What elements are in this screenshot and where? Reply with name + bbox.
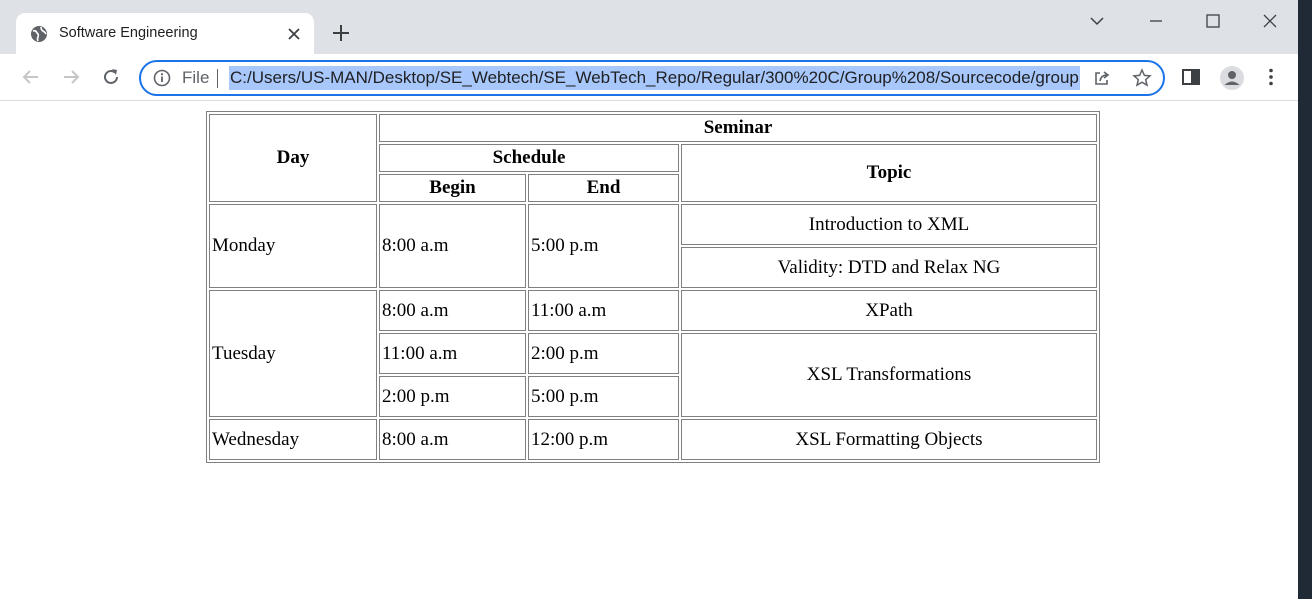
- header-end: End: [528, 174, 679, 202]
- tab-title: Software Engineering: [59, 25, 198, 41]
- topic-cell: Validity: DTD and Relax NG: [681, 247, 1097, 288]
- profile-avatar-icon[interactable]: [1219, 65, 1245, 91]
- scheme-separator: [217, 69, 218, 88]
- begin-cell: 8:00 a.m: [379, 204, 526, 288]
- info-icon[interactable]: [153, 69, 171, 87]
- header-day: Day: [209, 114, 377, 202]
- maximize-icon[interactable]: [1203, 11, 1223, 31]
- topic-cell: XSL Transformations: [681, 333, 1097, 417]
- menu-kebab-icon[interactable]: [1260, 66, 1282, 88]
- header-seminar: Seminar: [379, 114, 1097, 142]
- new-tab-icon[interactable]: [331, 23, 351, 43]
- browser-window: Software Engineering File C:/Users/US-MA…: [0, 0, 1298, 599]
- bookmark-star-icon[interactable]: [1132, 68, 1152, 88]
- end-cell: 5:00 p.m: [528, 376, 679, 417]
- close-tab-icon[interactable]: [284, 24, 304, 44]
- close-window-icon[interactable]: [1260, 11, 1280, 31]
- end-cell: 12:00 p.m: [528, 419, 679, 460]
- desktop-background-edge: [1298, 0, 1312, 599]
- day-cell-wednesday: Wednesday: [209, 419, 377, 460]
- topic-cell: XSL Formatting Objects: [681, 419, 1097, 460]
- back-arrow-icon[interactable]: [20, 66, 42, 88]
- page-content: Day Seminar Schedule Topic Begin End Mon…: [0, 101, 1298, 599]
- day-cell-tuesday: Tuesday: [209, 290, 377, 417]
- scheme-label: File: [182, 68, 210, 87]
- begin-cell: 2:00 p.m: [379, 376, 526, 417]
- begin-cell: 8:00 a.m: [379, 419, 526, 460]
- begin-cell: 8:00 a.m: [379, 290, 526, 331]
- url-text[interactable]: C:/Users/US-MAN/Desktop/SE_Webtech/SE_We…: [229, 66, 1080, 90]
- header-begin: Begin: [379, 174, 526, 202]
- end-cell: 5:00 p.m: [528, 204, 679, 288]
- forward-arrow-icon[interactable]: [60, 66, 82, 88]
- globe-icon: [31, 26, 47, 42]
- browser-toolbar: File C:/Users/US-MAN/Desktop/SE_Webtech/…: [0, 54, 1298, 101]
- side-panel-icon[interactable]: [1180, 66, 1202, 88]
- end-cell: 11:00 a.m: [528, 290, 679, 331]
- topic-cell: XPath: [681, 290, 1097, 331]
- reload-icon[interactable]: [100, 66, 122, 88]
- header-topic: Topic: [681, 144, 1097, 202]
- topic-cell: Introduction to XML: [681, 204, 1097, 245]
- share-icon[interactable]: [1092, 68, 1112, 88]
- address-bar[interactable]: File C:/Users/US-MAN/Desktop/SE_Webtech/…: [139, 60, 1165, 96]
- tab-software-engineering[interactable]: Software Engineering: [16, 13, 314, 54]
- day-cell-monday: Monday: [209, 204, 377, 288]
- seminar-schedule-table: Day Seminar Schedule Topic Begin End Mon…: [206, 111, 1100, 463]
- begin-cell: 11:00 a.m: [379, 333, 526, 374]
- end-cell: 2:00 p.m: [528, 333, 679, 374]
- header-schedule: Schedule: [379, 144, 679, 172]
- tab-search-chevron-icon[interactable]: [1087, 11, 1107, 31]
- tab-strip: Software Engineering: [0, 0, 1298, 54]
- minimize-icon[interactable]: [1146, 11, 1166, 31]
